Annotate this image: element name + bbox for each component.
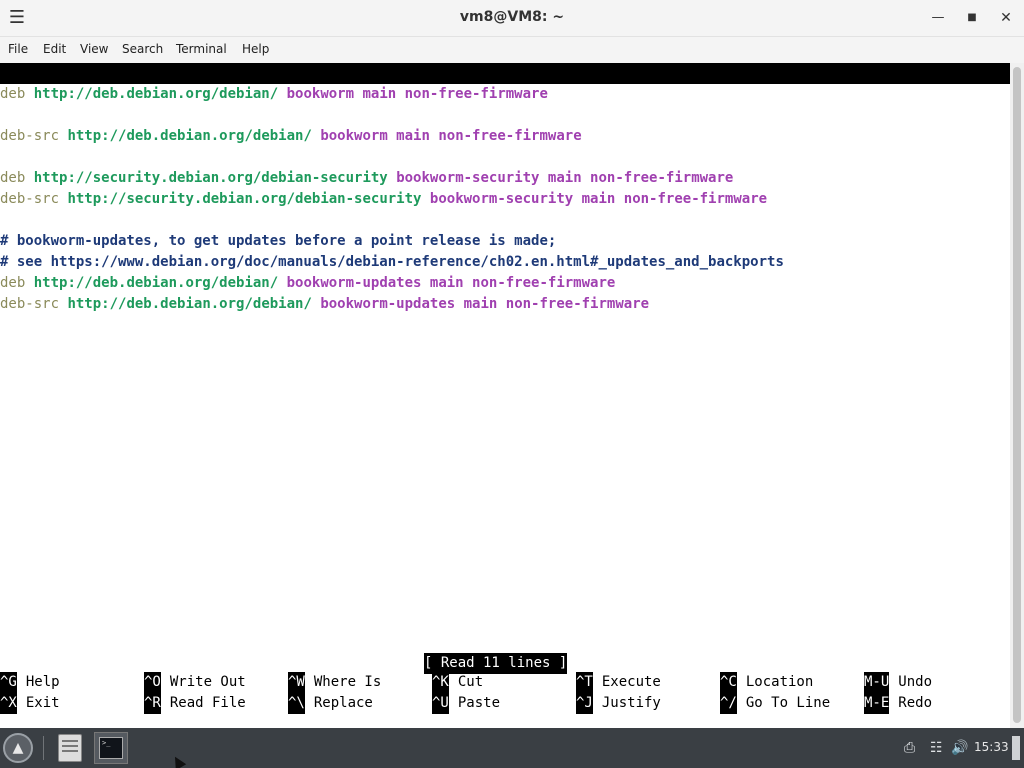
- nano-filename: /etc/apt/sources.list: [434, 107, 612, 123]
- window-title: vm8@VM8: ~: [459, 9, 565, 25]
- shortcut-label: Read File: [169, 695, 246, 711]
- shortcut-key: ^/: [720, 693, 737, 714]
- editor-line[interactable]: deb http://deb.debian.org/debian/ bookwo…: [0, 273, 615, 294]
- shortcut-label: Cut: [457, 674, 484, 690]
- terminal-task-button[interactable]: >_: [94, 732, 128, 764]
- scrollbar-thumb[interactable]: [1013, 67, 1021, 723]
- repo-type: deb-src: [0, 191, 60, 207]
- repo-components: bookworm-updates main non-free-firmware: [286, 275, 616, 291]
- shortcut-key: ^G: [0, 672, 17, 693]
- comment-text: # see https://www.debian.org/doc/manuals…: [0, 254, 784, 270]
- repo-url: http://security.debian.org/debian-securi…: [33, 170, 388, 186]
- shortcut-key: ^X: [0, 693, 17, 714]
- shortcut-key: ^\: [288, 693, 305, 714]
- repo-components: bookworm-security main non-free-firmware: [429, 191, 768, 207]
- shortcut-label: Write Out: [169, 674, 246, 690]
- shortcut-label: Go To Line: [745, 695, 831, 711]
- shortcut-key: ^U: [432, 693, 449, 714]
- repo-url: http://deb.debian.org/debian/: [67, 296, 312, 312]
- maximize-button[interactable]: ■: [960, 6, 984, 30]
- shortcut-key: ^R: [144, 693, 161, 714]
- menu-terminal[interactable]: Terminal: [176, 42, 227, 56]
- shortcut-label: Undo: [898, 674, 933, 690]
- file-manager-launcher-icon[interactable]: [58, 734, 82, 762]
- shortcut-key: M-U: [864, 672, 890, 693]
- shortcut-paste: ^U Paste: [432, 693, 500, 714]
- repo-url: http://deb.debian.org/debian/: [67, 128, 312, 144]
- repo-type: deb: [0, 170, 26, 186]
- shortcut-key: ^O: [144, 672, 161, 693]
- shortcut-label: Justify: [601, 695, 661, 711]
- terminal-menubar: File Edit View Search Terminal Help: [0, 37, 1024, 63]
- close-button[interactable]: ✕: [994, 6, 1018, 30]
- shortcut-help: ^G Help: [0, 672, 60, 693]
- repo-url: http://deb.debian.org/debian/: [33, 86, 279, 102]
- shortcut-key: ^C: [720, 672, 737, 693]
- menu-search[interactable]: Search: [122, 42, 163, 56]
- shortcut-key: ^J: [576, 693, 593, 714]
- shortcut-key: ^K: [432, 672, 449, 693]
- shortcut-replace: ^\ Replace: [288, 693, 373, 714]
- repo-type: deb: [0, 86, 26, 102]
- editor-line[interactable]: # see https://www.debian.org/doc/manuals…: [0, 252, 784, 273]
- repo-type: deb-src: [0, 296, 60, 312]
- repo-type: deb-src: [0, 128, 60, 144]
- shortcut-location: ^C Location: [720, 672, 813, 693]
- menu-file[interactable]: File: [8, 42, 28, 56]
- volume-icon[interactable]: 🔊: [951, 740, 968, 756]
- taskbar-separator: [43, 736, 44, 760]
- terminal-scrollbar[interactable]: [1010, 63, 1024, 728]
- minimize-button[interactable]: —: [926, 6, 950, 30]
- terminal-app-icon: >_: [99, 737, 123, 759]
- taskbar: ▲ >_ ⎙ ☷ 🔊 15:33: [0, 728, 1024, 768]
- shortcut-key: ^W: [288, 672, 305, 693]
- network-icon[interactable]: ☷: [930, 740, 943, 756]
- shortcut-label: Redo: [898, 695, 933, 711]
- shortcut-label: Paste: [457, 695, 501, 711]
- menu-edit[interactable]: Edit: [43, 42, 66, 56]
- nano-status-message: [ Read 11 lines ]: [424, 653, 568, 674]
- shortcut-label: Execute: [601, 674, 661, 690]
- repo-components: bookworm main non-free-firmware: [286, 86, 548, 102]
- editor-line[interactable]: deb-src http://security.debian.org/debia…: [0, 189, 767, 210]
- shortcut-label: Replace: [313, 695, 373, 711]
- shortcut-cut: ^K Cut: [432, 672, 483, 693]
- shortcut-go-to-line: ^/ Go To Line: [720, 693, 830, 714]
- editor-line[interactable]: deb-src http://deb.debian.org/debian/ bo…: [0, 126, 582, 147]
- shortcut-exit: ^X Exit: [0, 693, 60, 714]
- shortcut-justify: ^J Justify: [576, 693, 661, 714]
- shortcut-write-out: ^O Write Out: [144, 672, 246, 693]
- repo-type: deb: [0, 275, 26, 291]
- menu-help[interactable]: Help: [242, 42, 269, 56]
- clock[interactable]: 15:33: [974, 740, 1009, 754]
- editor-line[interactable]: # bookworm-updates, to get updates befor…: [0, 231, 556, 252]
- menu-view[interactable]: View: [80, 42, 108, 56]
- shortcut-label: Help: [25, 674, 60, 690]
- terminal-view[interactable]: GNU nano 7.2 /etc/apt/sources.list deb h…: [0, 63, 1010, 728]
- shortcut-where-is: ^W Where Is: [288, 672, 381, 693]
- shortcut-key: M-E: [864, 693, 890, 714]
- window-titlebar: ☰ vm8@VM8: ~ — ■ ✕: [0, 0, 1024, 37]
- shortcut-undo: M-U Undo: [864, 672, 932, 693]
- repo-components: bookworm-updates main non-free-firmware: [320, 296, 650, 312]
- show-desktop-button[interactable]: [1012, 736, 1020, 760]
- shortcut-redo: M-E Redo: [864, 693, 932, 714]
- repo-url: http://deb.debian.org/debian/: [33, 275, 279, 291]
- shortcut-label: Where Is: [313, 674, 382, 690]
- shortcut-key: ^T: [576, 672, 593, 693]
- repo-components: bookworm-security main non-free-firmware: [396, 170, 734, 186]
- editor-line[interactable]: deb http://security.debian.org/debian-se…: [0, 168, 733, 189]
- editor-line[interactable]: deb http://deb.debian.org/debian/ bookwo…: [0, 84, 548, 105]
- shortcut-read-file: ^R Read File: [144, 693, 246, 714]
- nano-header: GNU nano 7.2 /etc/apt/sources.list: [0, 63, 1010, 123]
- printer-icon[interactable]: ⎙: [904, 740, 915, 756]
- shortcut-execute: ^T Execute: [576, 672, 661, 693]
- repo-components: bookworm main non-free-firmware: [320, 128, 582, 144]
- repo-url: http://security.debian.org/debian-securi…: [67, 191, 422, 207]
- editor-line[interactable]: deb-src http://deb.debian.org/debian/ bo…: [0, 294, 649, 315]
- shortcut-label: Exit: [25, 695, 60, 711]
- start-menu-button[interactable]: ▲: [3, 733, 33, 763]
- shortcut-label: Location: [745, 674, 814, 690]
- comment-text: # bookworm-updates, to get updates befor…: [0, 233, 557, 249]
